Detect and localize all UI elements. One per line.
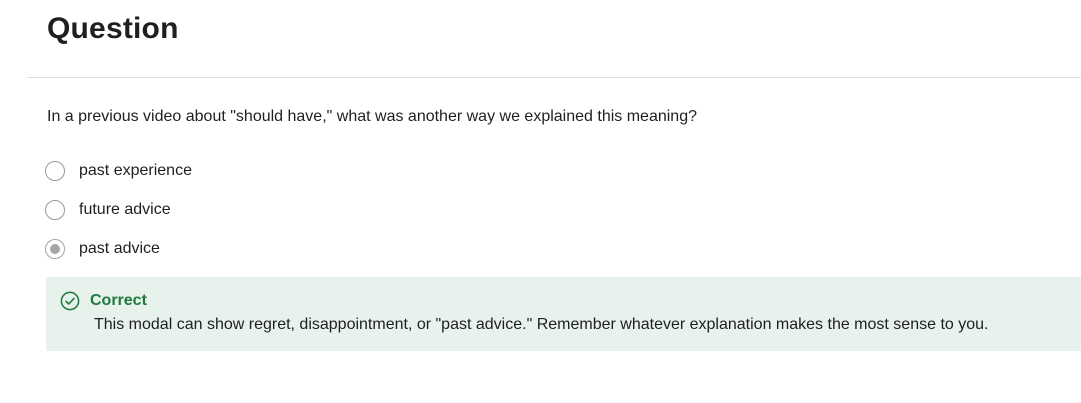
check-circle-icon: [60, 291, 80, 311]
radio-button-selected[interactable]: [45, 239, 65, 259]
feedback-status: Correct: [90, 292, 147, 309]
option-future-advice[interactable]: future advice: [45, 199, 192, 238]
option-past-advice[interactable]: past advice: [45, 238, 192, 277]
divider: [27, 77, 1081, 78]
option-past-experience[interactable]: past experience: [45, 160, 192, 199]
question-heading: Question: [47, 12, 179, 45]
answer-options: past experience future advice past advic…: [45, 160, 192, 277]
radio-dot: [50, 244, 60, 254]
feedback-message: This modal can show regret, disappointme…: [94, 316, 989, 333]
question-prompt: In a previous video about "should have,"…: [47, 108, 697, 125]
feedback-panel: Correct This modal can show regret, disa…: [46, 277, 1081, 351]
radio-button[interactable]: [45, 200, 65, 220]
radio-button[interactable]: [45, 161, 65, 181]
option-label[interactable]: past experience: [79, 160, 192, 182]
option-label[interactable]: future advice: [79, 199, 171, 221]
quiz-question-page: Question In a previous video about "shou…: [0, 0, 1081, 403]
option-label[interactable]: past advice: [79, 238, 160, 260]
